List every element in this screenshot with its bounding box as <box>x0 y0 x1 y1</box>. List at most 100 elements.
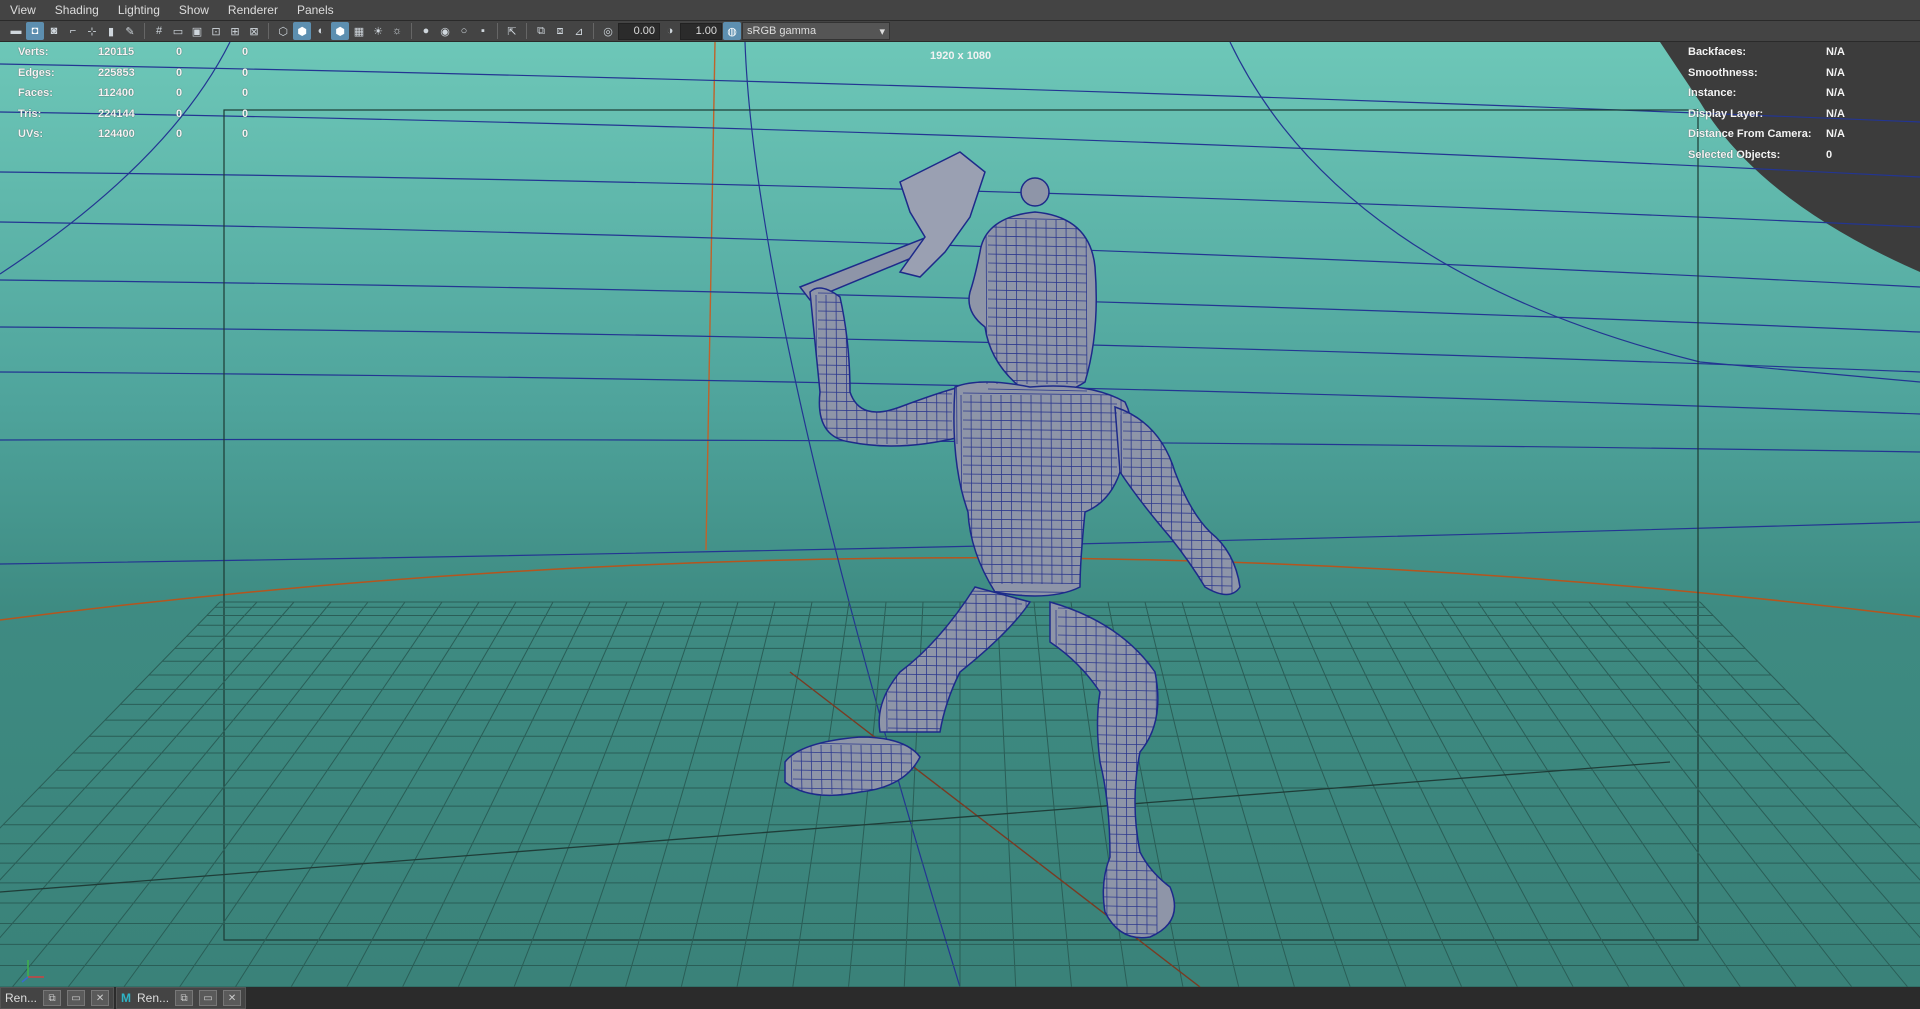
restore-icon[interactable]: ⧉ <box>43 990 62 1006</box>
resolution-gate-label: 1920 x 1080 <box>930 50 992 62</box>
hud-label: Tris: <box>18 107 42 120</box>
exposure-field[interactable]: 0.00 <box>618 22 660 40</box>
object-details-hud: Backfaces: N/A Smoothness: N/A Instance:… <box>1688 42 1866 165</box>
anti-aliasing-icon[interactable]: ○ <box>455 22 473 40</box>
camera-attributes-icon[interactable]: ◘ <box>26 22 44 40</box>
toolbar-separator <box>411 23 412 39</box>
screen-space-ao-icon[interactable]: ● <box>417 22 435 40</box>
safe-action-icon[interactable]: ⊠ <box>245 22 263 40</box>
hud-value: 224144 <box>98 107 135 120</box>
hud-row-distance: Distance From Camera: N/A <box>1688 124 1866 145</box>
hud-row-selected-objects: Selected Objects: 0 <box>1688 145 1866 166</box>
resolution-gate-icon[interactable]: ▣ <box>188 22 206 40</box>
view-transform-value: sRGB gamma <box>747 25 817 37</box>
color-management-icon[interactable]: ◍ <box>723 22 741 40</box>
bookmark-icon[interactable]: ▮ <box>102 22 120 40</box>
menu-view[interactable]: View <box>0 0 45 20</box>
hud-value: N/A <box>1826 107 1845 120</box>
hud-row-backfaces: Backfaces: N/A <box>1688 42 1866 63</box>
maximize-icon[interactable]: ▭ <box>199 990 218 1006</box>
hud-label: Backfaces: <box>1688 46 1747 59</box>
hud-label: UVs: <box>18 128 44 141</box>
xray-joints-icon[interactable]: ⧈ <box>551 22 569 40</box>
select-camera-icon[interactable]: ▬ <box>7 22 25 40</box>
shadows-icon[interactable]: ☼ <box>388 22 406 40</box>
hud-component: 0 <box>242 107 249 120</box>
vertical-axis-line <box>705 42 716 551</box>
hud-row-uvs: UVs: 124400 0 0 <box>18 124 262 145</box>
image-plane-icon[interactable]: ⌐ <box>64 22 82 40</box>
hud-selected: 0 <box>176 46 183 59</box>
close-icon[interactable]: ✕ <box>223 990 242 1006</box>
hud-label: Faces: <box>18 87 53 100</box>
window-title: Ren... <box>5 991 38 1005</box>
xray-active-components-icon[interactable]: ⊿ <box>570 22 588 40</box>
wireframe-icon[interactable]: ⬡ <box>274 22 292 40</box>
field-chart-icon[interactable]: ⊞ <box>226 22 244 40</box>
hud-selected: 0 <box>176 87 183 100</box>
gamma-field[interactable]: 1.00 <box>680 22 722 40</box>
use-all-lights-icon[interactable]: ☀ <box>369 22 387 40</box>
panel-toolbar: ▬ ◘ ◙ ⌐ ⊹ ▮ ✎ # ▭ ▣ ⊡ ⊞ ⊠ ⬡ ⬢ ◐ ⬢ ▦ ☀ ☼ … <box>0 21 1920 42</box>
hud-label: Instance: <box>1688 87 1737 100</box>
hud-selected: 0 <box>176 107 183 120</box>
hud-row-display-layer: Display Layer: N/A <box>1688 104 1866 125</box>
3d-viewport[interactable]: Verts: 120115 0 0 Edges: 225853 0 0 Face… <box>0 42 1920 987</box>
2d-pan-zoom-icon[interactable]: ⊹ <box>83 22 101 40</box>
bookmark-camera-icon[interactable]: ◙ <box>45 22 63 40</box>
close-icon[interactable]: ✕ <box>91 990 110 1006</box>
hud-component: 0 <box>242 46 249 59</box>
view-transform-dropdown[interactable]: sRGB gamma ▾ <box>742 22 890 40</box>
minimized-window-2[interactable]: M Ren... ⧉ ▭ ✕ <box>116 987 247 1009</box>
resolution-gate-frame <box>223 109 1699 941</box>
film-gate-icon[interactable]: ▭ <box>169 22 187 40</box>
xray-icon[interactable]: ⧉ <box>532 22 550 40</box>
hud-value: 112400 <box>98 87 135 100</box>
gate-mask-icon[interactable]: ⊡ <box>207 22 225 40</box>
menu-lighting[interactable]: Lighting <box>108 0 169 20</box>
grease-pencil-icon[interactable]: ✎ <box>121 22 139 40</box>
menu-renderer[interactable]: Renderer <box>218 0 287 20</box>
hud-selected: 0 <box>176 66 183 79</box>
hud-value: N/A <box>1826 87 1845 100</box>
hud-label: Verts: <box>18 46 49 59</box>
toolbar-separator <box>526 23 527 39</box>
menu-shading[interactable]: Shading <box>45 0 108 20</box>
exposure-icon[interactable]: ◎ <box>599 22 617 40</box>
hud-label: Distance From Camera: <box>1688 128 1812 141</box>
minimized-window-1[interactable]: Ren... ⧉ ▭ ✕ <box>0 987 115 1009</box>
hud-row-instance: Instance: N/A <box>1688 83 1866 104</box>
hud-label: Edges: <box>18 66 55 79</box>
hud-value: N/A <box>1826 128 1845 141</box>
hud-component: 0 <box>242 87 249 100</box>
isolate-select-icon[interactable]: ⇱ <box>503 22 521 40</box>
minimized-windows-bar: Ren... ⧉ ▭ ✕ M Ren... ⧉ ▭ ✕ <box>0 987 1920 1009</box>
hud-row-smoothness: Smoothness: N/A <box>1688 63 1866 84</box>
hud-row-edges: Edges: 225853 0 0 <box>18 63 262 84</box>
motion-blur-icon[interactable]: ◉ <box>436 22 454 40</box>
textured-icon[interactable]: ▦ <box>350 22 368 40</box>
smooth-shade-icon[interactable]: ⬢ <box>293 22 311 40</box>
wireframe-on-shaded-icon[interactable]: ⬢ <box>331 22 349 40</box>
toolbar-separator <box>593 23 594 39</box>
hud-row-verts: Verts: 120115 0 0 <box>18 42 262 63</box>
hud-label: Display Layer: <box>1688 107 1764 120</box>
depth-of-field-icon[interactable]: ▪ <box>474 22 492 40</box>
panel-menubar: View Shading Lighting Show Renderer Pane… <box>0 0 1920 21</box>
hud-value: 225853 <box>98 66 135 79</box>
default-lighting-icon[interactable]: ◐ <box>312 22 330 40</box>
hud-value: 120115 <box>98 46 135 59</box>
menu-panels[interactable]: Panels <box>287 0 343 20</box>
restore-icon[interactable]: ⧉ <box>175 990 194 1006</box>
menu-show[interactable]: Show <box>169 0 218 20</box>
grid-icon[interactable]: # <box>150 22 168 40</box>
gamma-icon[interactable]: ◑ <box>661 22 679 40</box>
scene-canvas[interactable] <box>0 42 1920 987</box>
maya-logo-icon: M <box>121 991 132 1005</box>
hud-component: 0 <box>242 128 249 141</box>
hud-label: Smoothness: <box>1688 66 1758 79</box>
hud-row-faces: Faces: 112400 0 0 <box>18 83 262 104</box>
hud-row-tris: Tris: 224144 0 0 <box>18 104 262 125</box>
chevron-down-icon: ▾ <box>879 25 885 38</box>
maximize-icon[interactable]: ▭ <box>67 990 86 1006</box>
